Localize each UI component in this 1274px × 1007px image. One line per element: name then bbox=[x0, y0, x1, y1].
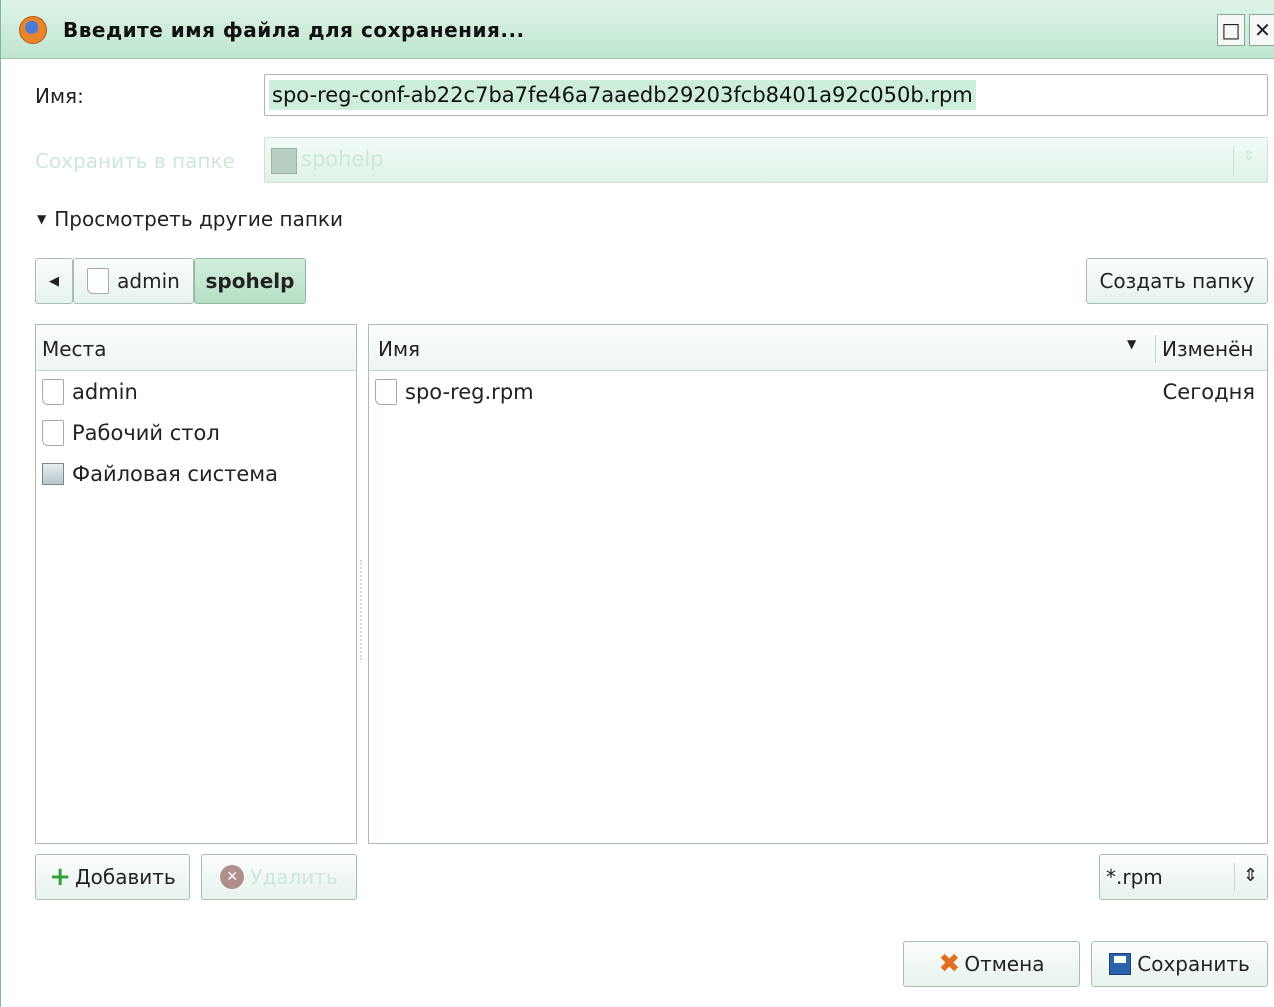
expander-label: Просмотреть другие папки bbox=[54, 207, 343, 231]
places-pane: Места admin Рабочий стол Файловая систем… bbox=[35, 324, 357, 844]
path-crumb-admin[interactable]: admin bbox=[73, 258, 194, 304]
save-label: Сохранить bbox=[1137, 952, 1250, 976]
column-header-name[interactable]: Имя bbox=[378, 337, 420, 361]
name-label: Имя: bbox=[35, 84, 84, 108]
combo-arrow-icon: ⇕ bbox=[1243, 865, 1259, 886]
plus-icon: + bbox=[49, 862, 72, 892]
files-pane: Имя ▼ Изменён spo-reg.rpm Сегодня bbox=[368, 324, 1268, 844]
combo-separator bbox=[1233, 146, 1234, 174]
floppy-icon bbox=[1109, 953, 1132, 975]
folder-icon bbox=[271, 148, 297, 174]
path-crumb-label: spohelp bbox=[205, 269, 295, 293]
save-dialog: Введите имя файла для сохранения... □ ✕ … bbox=[0, 0, 1274, 1007]
save-in-value: spohelp bbox=[301, 147, 384, 171]
column-header-modified[interactable]: Изменён bbox=[1162, 337, 1253, 361]
filename-input[interactable]: spo-reg-conf-ab22c7ba7fe46a7aaedb29203fc… bbox=[264, 74, 1268, 116]
combo-arrow-icon: ⇕ bbox=[1243, 148, 1255, 164]
pane-resize-handle[interactable] bbox=[360, 560, 366, 660]
combo-separator bbox=[1234, 863, 1235, 891]
filesystem-icon bbox=[42, 463, 64, 485]
path-back-button[interactable]: ◀ bbox=[35, 258, 73, 304]
document-icon bbox=[375, 379, 397, 405]
filter-value: *.rpm bbox=[1106, 865, 1163, 889]
document-icon bbox=[42, 420, 64, 446]
cancel-icon: ✖ bbox=[938, 949, 961, 979]
places-item-filesystem[interactable]: Файловая система bbox=[36, 454, 356, 494]
places-header[interactable]: Места bbox=[36, 325, 356, 371]
file-row[interactable]: spo-reg.rpm Сегодня bbox=[369, 372, 1267, 412]
save-in-folder-combo[interactable]: spohelp ⇕ bbox=[264, 137, 1268, 183]
close-icon: ✕ bbox=[1254, 18, 1271, 42]
sort-down-icon: ▼ bbox=[1127, 337, 1137, 351]
document-icon bbox=[42, 379, 64, 405]
remove-label: Удалить bbox=[250, 865, 338, 889]
cancel-label: Отмена bbox=[964, 952, 1045, 976]
filename-value: spo-reg-conf-ab22c7ba7fe46a7aaedb29203fc… bbox=[269, 80, 976, 110]
expander-arrow-icon: ▼ bbox=[37, 212, 47, 226]
file-modified: Сегодня bbox=[1162, 380, 1255, 404]
title-bar[interactable]: Введите имя файла для сохранения... □ ✕ bbox=[1, 0, 1274, 59]
document-icon bbox=[87, 268, 110, 294]
add-label: Добавить bbox=[75, 865, 176, 889]
maximize-button[interactable]: □ bbox=[1217, 14, 1245, 46]
remove-bookmark-button[interactable]: ✕ Удалить bbox=[201, 854, 357, 900]
file-type-filter[interactable]: *.rpm ⇕ bbox=[1099, 854, 1268, 900]
add-bookmark-button[interactable]: + Добавить bbox=[35, 854, 190, 900]
close-button[interactable]: ✕ bbox=[1249, 14, 1274, 46]
places-item-admin[interactable]: admin bbox=[36, 372, 356, 412]
save-button[interactable]: Сохранить bbox=[1091, 941, 1268, 987]
create-folder-button[interactable]: Создать папку bbox=[1086, 258, 1268, 304]
files-header: Имя ▼ Изменён bbox=[369, 325, 1267, 371]
places-item-desktop[interactable]: Рабочий стол bbox=[36, 413, 356, 453]
save-in-label: Сохранить в папке bbox=[35, 149, 235, 173]
column-separator[interactable] bbox=[1155, 335, 1156, 363]
cancel-button[interactable]: ✖ Отмена bbox=[903, 941, 1080, 987]
places-item-label: Рабочий стол bbox=[72, 421, 220, 445]
back-arrow-icon: ◀ bbox=[49, 273, 59, 289]
places-item-label: Файловая система bbox=[72, 462, 279, 486]
file-name: spo-reg.rpm bbox=[405, 380, 534, 404]
places-header-label: Места bbox=[42, 337, 107, 361]
maximize-icon: □ bbox=[1221, 18, 1241, 42]
remove-icon: ✕ bbox=[220, 865, 245, 889]
browse-folders-expander[interactable]: ▼ Просмотреть другие папки bbox=[37, 207, 343, 231]
window-title: Введите имя файла для сохранения... bbox=[63, 18, 525, 42]
places-item-label: admin bbox=[72, 380, 138, 404]
app-icon bbox=[19, 16, 47, 44]
path-crumb-label: admin bbox=[117, 269, 180, 293]
path-crumb-spohelp[interactable]: spohelp bbox=[194, 258, 306, 304]
